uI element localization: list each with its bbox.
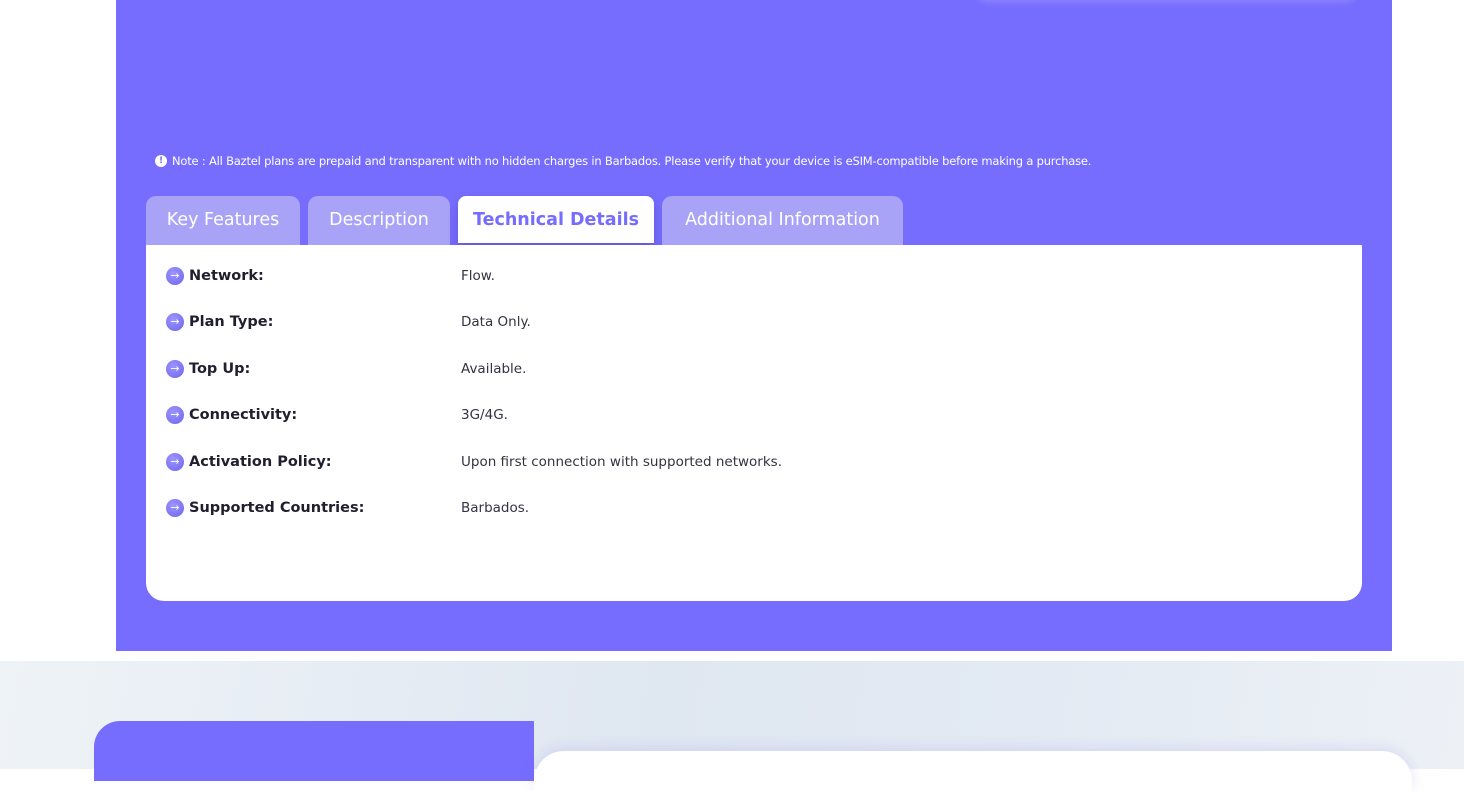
info-icon: !	[155, 155, 167, 167]
detail-row-supported-countries: → Supported Countries: Barbados.	[166, 497, 529, 519]
product-details-panel: ! Note : All Baztel plans are prepaid an…	[116, 0, 1392, 651]
note-banner: ! Note : All Baztel plans are prepaid an…	[155, 153, 1091, 169]
tab-technical-details[interactable]: Technical Details	[458, 196, 654, 243]
arrow-right-circle-icon: →	[166, 406, 184, 424]
detail-label: Activation Policy:	[189, 454, 332, 470]
detail-label: Connectivity:	[189, 407, 298, 423]
panel-glow	[976, 0, 1356, 2]
arrow-right-circle-icon: →	[166, 313, 184, 331]
detail-value: Upon first connection with supported net…	[461, 454, 782, 470]
detail-label: Network:	[189, 268, 264, 284]
detail-value: Barbados.	[461, 500, 530, 516]
tab-additional-information[interactable]: Additional Information	[662, 196, 903, 245]
tab-description[interactable]: Description	[308, 196, 450, 245]
technical-details-card: → Network: Flow. → Plan Type: Data Only.…	[146, 245, 1362, 601]
next-section-card	[534, 751, 1412, 791]
detail-label: Top Up:	[189, 361, 251, 377]
detail-value: 3G/4G.	[461, 407, 508, 423]
detail-value: Available.	[461, 361, 527, 377]
detail-row-plan-type: → Plan Type: Data Only.	[166, 311, 531, 333]
note-text: Note : All Baztel plans are prepaid and …	[172, 154, 1092, 168]
detail-row-activation-policy: → Activation Policy: Upon first connecti…	[166, 451, 782, 473]
detail-row-network: → Network: Flow.	[166, 265, 495, 287]
next-section-background	[0, 661, 1464, 791]
arrow-right-circle-icon: →	[166, 360, 184, 378]
detail-row-connectivity: → Connectivity: 3G/4G.	[166, 404, 508, 426]
detail-value: Flow.	[461, 268, 495, 284]
next-section-purple-tile	[94, 721, 534, 781]
detail-value: Data Only.	[461, 314, 531, 330]
tab-key-features[interactable]: Key Features	[146, 196, 300, 245]
detail-label: Supported Countries:	[189, 500, 365, 516]
arrow-right-circle-icon: →	[166, 453, 184, 471]
detail-label: Plan Type:	[189, 314, 274, 330]
arrow-right-circle-icon: →	[166, 499, 184, 517]
arrow-right-circle-icon: →	[166, 267, 184, 285]
detail-row-top-up: → Top Up: Available.	[166, 358, 526, 380]
